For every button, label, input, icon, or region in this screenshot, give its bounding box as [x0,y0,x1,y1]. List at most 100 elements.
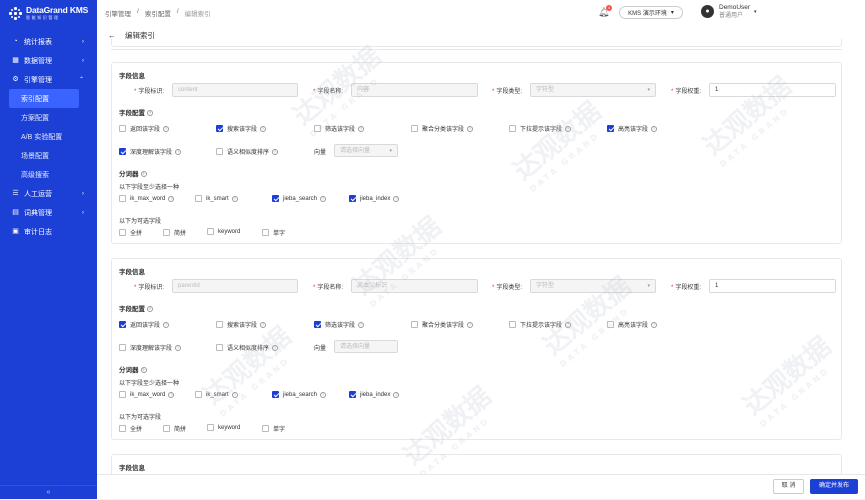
field-weight-input[interactable]: 1 [709,83,836,97]
user-role: 普通用户 [719,13,744,19]
help-icon: ? [393,195,400,202]
help-icon: ? [358,125,365,132]
deep-understand-checkbox[interactable]: 深度理解该字段? [119,147,182,156]
recall-checkbox[interactable]: 返回该字段? [119,320,170,329]
caret-down-icon: ▾ [670,10,674,16]
chevron-down-icon[interactable]: ▾ [754,9,757,15]
sidebar-subitem-scene-config[interactable]: 场景配置 [0,146,97,165]
chevron-icon: › [82,57,84,64]
jieba-index-checkbox[interactable]: jieba_index? [349,195,400,202]
dropdown-hint-checkbox[interactable]: 下拉提示该字段? [509,320,572,329]
logo[interactable]: DataGrand KMS 智能知识管理 [0,0,97,26]
vector-label: 向量 [314,346,327,352]
ik-smart-checkbox[interactable]: ik_smart? [195,391,238,398]
user-name: DemoUser [719,4,751,11]
help-icon: ? [358,321,365,328]
field-name-input[interactable]: 文本父标识 [351,279,478,293]
help-icon: ? [140,171,147,178]
filter-checkbox[interactable]: 筛选该字段? [314,124,365,133]
field-type-select[interactable]: 字符型 ▾ [530,279,656,293]
highlight-checkbox[interactable]: 高亮该字段? [607,320,658,329]
ik-smart-checkbox[interactable]: ik_smart? [195,195,238,202]
aggregate-checkbox[interactable]: 聚合分类该字段? [411,124,474,133]
sidebar-item-dictionary[interactable]: ▤ 词典管理 › [0,203,97,222]
field-type-select[interactable]: 字符型 ▾ [530,83,656,97]
field-weight-label: * 字段权重: [671,285,702,291]
field-name-input[interactable]: 内容 [351,83,478,97]
app-subtitle: 智能知识管理 [26,14,60,20]
vector-label: 向量 [314,150,327,156]
sidebar-item-operation[interactable]: ☰ 人工运营 › [0,184,97,203]
jieba-search-checkbox[interactable]: jieba_search? [272,195,327,202]
filter-checkbox[interactable]: 筛选该字段? [314,320,365,329]
single-char-checkbox[interactable]: 单字 [262,424,285,433]
pinyin-short-checkbox[interactable]: 简拼 [163,228,186,237]
sidebar-subitem-ab-config[interactable]: A/B 实验配置 [0,127,97,146]
help-icon: ? [393,391,400,398]
engine-icon: ⚙ [12,76,19,83]
field-name-label: * 字段名称: [313,285,344,291]
sidebar-subitem-index-config[interactable]: 索引配置 [9,89,79,108]
main-content: ← 编辑索引 字段信息 * 字段标识: content * 字段名称: 内容 * 字段… [97,25,865,499]
sidebar-item-data[interactable]: ▦ 数据管理 › [0,51,97,70]
sidebar-collapse-button[interactable]: « [0,485,97,499]
semantic-sort-checkbox[interactable]: 语义相似度排序? [216,343,279,352]
dropdown-hint-checkbox[interactable]: 下拉提示该字段? [509,124,572,133]
aggregate-checkbox[interactable]: 聚合分类该字段? [411,320,474,329]
help-icon: ? [231,195,238,202]
avatar[interactable]: ● [701,5,714,18]
help-icon: ? [651,321,658,328]
breadcrumb: 引擎管理 / 索引配置 / 编辑索引 [105,8,211,18]
help-icon: ? [168,195,175,202]
sidebar-item-label: 统计报表 [24,38,52,46]
highlight-checkbox[interactable]: 高亮该字段? [607,124,658,133]
tokenizer-heading: 分词器? [119,367,147,374]
user-info[interactable]: DemoUser 普通用户 [719,4,750,20]
help-icon: ? [175,344,182,351]
sidebar-subitem-plan-config[interactable]: 方案配置 [0,108,97,127]
help-icon: ? [175,148,182,155]
breadcrumb-item[interactable]: 索引配置 [145,8,171,18]
recall-checkbox[interactable]: 返回该字段? [119,124,170,133]
vector-select[interactable]: 请选择向量 ▾ [334,144,398,157]
single-char-checkbox[interactable]: 单字 [262,228,285,237]
sidebar-item-stats[interactable]: ◔ 统计报表 › [0,32,97,51]
sidebar-item-label: 人工运营 [24,190,52,198]
field-name-label: * 字段名称: [313,89,344,95]
help-icon: ? [467,321,474,328]
help-icon: ? [147,110,153,117]
pinyin-short-checkbox[interactable]: 简拼 [163,424,186,433]
help-icon: ? [320,391,327,398]
chart-icon: ◔ [13,38,18,45]
search-checkbox[interactable]: 搜索该字段? [216,320,267,329]
sidebar-item-engine[interactable]: ⚙ 引擎管理 ⌃ [0,70,97,89]
help-icon: ? [140,367,147,374]
jieba-index-checkbox[interactable]: jieba_index? [349,391,400,398]
jieba-search-checkbox[interactable]: jieba_search? [272,391,327,398]
vector-select[interactable]: 请选择向量 [334,340,398,353]
environment-label: KMS 演示环境 [628,11,667,17]
app-title: DataGrand KMS [26,5,89,16]
deep-understand-checkbox[interactable]: 深度理解该字段? [119,343,182,352]
field-id-input[interactable]: content [172,83,298,97]
pinyin-full-checkbox[interactable]: 全拼 [119,228,142,237]
sidebar-subitem-advanced-search[interactable]: 高级搜索 [0,165,97,184]
semantic-sort-checkbox[interactable]: 语义相似度排序? [216,147,279,156]
cancel-button[interactable]: 取 消 [773,479,804,494]
sidebar-item-audit[interactable]: ▣ 审计日志 [0,222,97,241]
ik-max-word-checkbox[interactable]: ik_max_word? [119,391,175,398]
keyword-checkbox[interactable]: keyword [207,424,240,431]
ik-max-word-checkbox[interactable]: ik_max_word? [119,195,175,202]
environment-select[interactable]: KMS 演示环境 ▾ [619,6,683,19]
keyword-checkbox[interactable]: keyword [207,228,240,235]
prev-card-edge [111,39,842,47]
confirm-publish-button[interactable]: 确定并发布 [810,479,858,494]
sidebar: DataGrand KMS 智能知识管理 ◔ 统计报表 › ▦ 数据管理 › ⚙… [0,0,97,499]
breadcrumb-item[interactable]: 引擎管理 [105,8,131,18]
caret-down-icon: ▾ [647,283,650,289]
field-weight-input[interactable]: 1 [709,279,836,293]
field-id-input[interactable]: parentid [172,279,298,293]
search-checkbox[interactable]: 搜索该字段? [216,124,267,133]
notification-badge: 4 [606,5,612,11]
pinyin-full-checkbox[interactable]: 全拼 [119,424,142,433]
